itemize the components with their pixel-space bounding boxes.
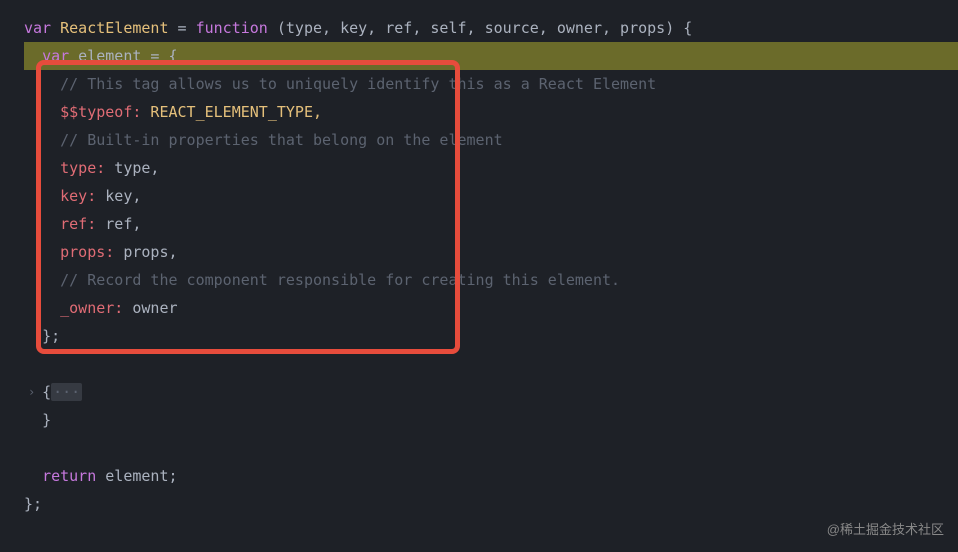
code-line-4[interactable]: $$typeof: REACT_ELEMENT_TYPE, (24, 98, 958, 126)
code-line-12[interactable]: }; (24, 322, 958, 350)
comment: // This tag allows us to uniquely identi… (60, 75, 656, 93)
property: type: (60, 159, 105, 177)
empty-line[interactable] (24, 434, 958, 462)
code-line-folded[interactable]: › {··· (24, 378, 958, 406)
code-line-2-highlighted[interactable]: var element = { (24, 42, 958, 70)
code-line-9[interactable]: props: props, (24, 238, 958, 266)
code-line-16[interactable]: }; (24, 490, 958, 518)
value: REACT_ELEMENT_TYPE, (141, 103, 322, 121)
code-line-3[interactable]: // This tag allows us to uniquely identi… (24, 70, 958, 98)
property: _owner: (60, 299, 123, 317)
property: props: (60, 243, 114, 261)
comment: // Record the component responsible for … (60, 271, 620, 289)
code-line-7[interactable]: key: key, (24, 182, 958, 210)
keyword-var: var (24, 19, 51, 37)
value: owner (123, 299, 177, 317)
var-name: element (69, 47, 141, 65)
code-line-11[interactable]: _owner: owner (24, 294, 958, 322)
property: $$typeof: (60, 103, 141, 121)
keyword-return: return (42, 467, 96, 485)
code-line-5[interactable]: // Built-in properties that belong on th… (24, 126, 958, 154)
code-line-14[interactable]: } (24, 406, 958, 434)
return-value: element; (96, 467, 177, 485)
value: type, (105, 159, 159, 177)
fold-ellipsis[interactable]: ··· (51, 383, 82, 401)
empty-line[interactable] (24, 350, 958, 378)
identifier: ReactElement (60, 19, 168, 37)
keyword-function: function (196, 19, 268, 37)
code-line-10[interactable]: // Record the component responsible for … (24, 266, 958, 294)
code-line-6[interactable]: type: type, (24, 154, 958, 182)
keyword-var: var (42, 47, 69, 65)
comment: // Built-in properties that belong on th… (60, 131, 503, 149)
value: props, (114, 243, 177, 261)
code-line-1[interactable]: var ReactElement = function (type, key, … (24, 14, 958, 42)
code-line-15[interactable]: return element; (24, 462, 958, 490)
property: key: (60, 187, 96, 205)
value: key, (96, 187, 141, 205)
code-editor[interactable]: var ReactElement = function (type, key, … (0, 0, 958, 532)
property: ref: (60, 215, 96, 233)
value: ref, (96, 215, 141, 233)
params: (type, key, ref, self, source, owner, pr… (268, 19, 692, 37)
watermark-text: @稀土掘金技术社区 (827, 516, 944, 544)
chevron-right-icon[interactable]: › (28, 378, 35, 406)
code-line-8[interactable]: ref: ref, (24, 210, 958, 238)
